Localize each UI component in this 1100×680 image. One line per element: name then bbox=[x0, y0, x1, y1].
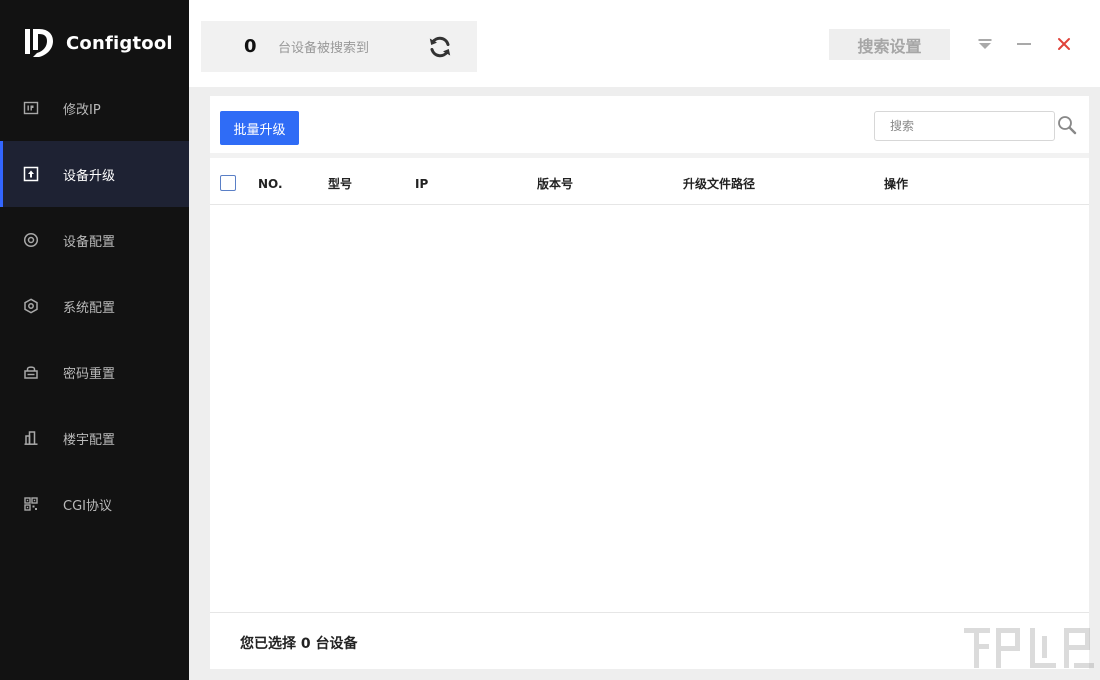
column-header-ip[interactable]: IP bbox=[415, 163, 428, 205]
sidebar-item-label: 设备升级 bbox=[63, 165, 115, 184]
toolbar: 批量升级 bbox=[210, 96, 1089, 158]
refresh-icon[interactable] bbox=[427, 34, 453, 60]
column-header-no[interactable]: NO. bbox=[258, 163, 283, 205]
top-bar: 0 台设备被搜索到 搜索设置 bbox=[189, 0, 1100, 87]
chevron-down-icon bbox=[977, 36, 993, 52]
app-logo: Configtool bbox=[22, 26, 173, 60]
qr-grid-icon bbox=[22, 495, 40, 513]
building-icon bbox=[22, 429, 40, 447]
sidebar-item-device-upgrade[interactable]: 设备升级 bbox=[0, 141, 189, 207]
column-header-action[interactable]: 操作 bbox=[884, 163, 908, 205]
sidebar-item-label: 设备配置 bbox=[63, 231, 115, 250]
sidebar-item-label: 修改IP bbox=[63, 99, 101, 118]
batch-upgrade-button[interactable]: 批量升级 bbox=[220, 111, 299, 145]
column-header-upgrade-file-path[interactable]: 升级文件路径 bbox=[683, 163, 755, 205]
column-header-version[interactable]: 版本号 bbox=[537, 163, 573, 205]
sidebar-item-label: 系统配置 bbox=[63, 297, 115, 316]
sidebar-nav: 修改IP 设备升级 设备配置 系统配置 密码重置 bbox=[0, 75, 189, 537]
sidebar: Configtool 修改IP 设备升级 设备配置 系统配置 bbox=[0, 0, 189, 680]
table-body bbox=[210, 206, 1089, 612]
system-config-icon bbox=[22, 297, 40, 315]
sidebar-item-building-config[interactable]: 楼宇配置 bbox=[0, 405, 189, 471]
logo-icon bbox=[22, 26, 56, 60]
device-count: 0 bbox=[244, 36, 264, 57]
search-icon[interactable] bbox=[1057, 115, 1077, 135]
column-header-model[interactable]: 型号 bbox=[328, 163, 352, 205]
sidebar-item-label: 楼宇配置 bbox=[63, 429, 115, 448]
sidebar-item-system-config[interactable]: 系统配置 bbox=[0, 273, 189, 339]
select-all-checkbox[interactable] bbox=[220, 175, 236, 191]
dropdown-menu-button[interactable] bbox=[974, 33, 996, 55]
selected-count-text: 您已选择 0 台设备 bbox=[240, 633, 358, 653]
sidebar-item-label: 密码重置 bbox=[63, 363, 115, 382]
sidebar-item-label: CGI协议 bbox=[63, 495, 112, 514]
close-icon bbox=[1056, 36, 1072, 52]
device-config-icon bbox=[22, 231, 40, 249]
search-input[interactable] bbox=[874, 111, 1055, 141]
ip-icon bbox=[22, 99, 40, 117]
main-panel: 批量升级 NO. 型号 IP 版本号 升级文件路径 操作 您已选择 0 台设备 bbox=[210, 96, 1089, 669]
minimize-button[interactable] bbox=[1013, 33, 1035, 55]
sidebar-item-cgi-protocol[interactable]: CGI协议 bbox=[0, 471, 189, 537]
lock-icon bbox=[22, 363, 40, 381]
upgrade-icon bbox=[22, 165, 40, 183]
sidebar-item-password-reset[interactable]: 密码重置 bbox=[0, 339, 189, 405]
table-footer: 您已选择 0 台设备 bbox=[210, 612, 1089, 669]
watermark-logo bbox=[962, 622, 1096, 672]
app-name: Configtool bbox=[66, 33, 173, 54]
sidebar-item-modify-ip[interactable]: 修改IP bbox=[0, 75, 189, 141]
sidebar-item-device-config[interactable]: 设备配置 bbox=[0, 207, 189, 273]
device-count-label: 台设备被搜索到 bbox=[278, 37, 369, 56]
close-button[interactable] bbox=[1053, 33, 1075, 55]
minimize-icon bbox=[1016, 36, 1032, 52]
search-settings-button[interactable]: 搜索设置 bbox=[829, 29, 950, 60]
table-header: NO. 型号 IP 版本号 升级文件路径 操作 bbox=[210, 163, 1089, 205]
device-count-panel: 0 台设备被搜索到 bbox=[201, 21, 477, 72]
